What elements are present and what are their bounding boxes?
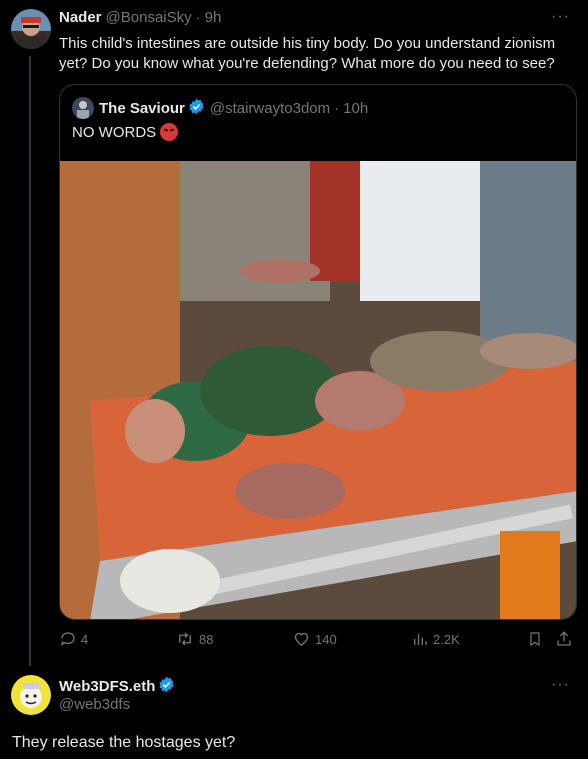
quote-time[interactable]: 10h (343, 100, 368, 117)
views-button[interactable]: 2.2K (411, 630, 460, 648)
web3dfs-avatar[interactable] (11, 675, 51, 715)
quote-handle[interactable]: @stairwayto3dom (210, 100, 330, 117)
quote-author-name[interactable]: The Saviour (99, 100, 185, 117)
reply-icon (60, 632, 75, 646)
share-button[interactable] (555, 630, 577, 648)
like-count: 140 (315, 631, 337, 647)
reply-tweet[interactable]: Web3DFS.eth @web3dfs ··· They release th… (0, 670, 588, 759)
like-button[interactable]: 140 (292, 630, 337, 648)
reply-count: 4 (81, 631, 89, 647)
repost-count: 88 (199, 631, 214, 647)
reply-text: They release the hostages yet? (12, 734, 236, 751)
quote-text-row: NO WORDS (72, 123, 179, 141)
reply-handle[interactable]: @web3dfs (59, 696, 130, 713)
tweet-header: Nader @BonsaiSky · 9h (59, 9, 221, 26)
heart-icon (294, 632, 309, 646)
tweet-time[interactable]: 9h (205, 9, 222, 26)
reply-more-options-icon[interactable]: ··· (551, 676, 570, 694)
author-name[interactable]: Nader (59, 9, 102, 26)
verified-badge-icon (158, 676, 175, 697)
reply-author: Web3DFS.eth (59, 676, 175, 697)
more-options-icon[interactable]: ··· (551, 8, 570, 26)
nader-avatar[interactable] (11, 9, 51, 49)
quoted-tweet[interactable]: The Saviour @stairwayto3dom · 10h NO WOR… (59, 84, 577, 620)
reply-author-name[interactable]: Web3DFS.eth (59, 678, 155, 695)
bookmark-button[interactable] (527, 630, 547, 648)
quote-header: The Saviour @stairwayto3dom · 10h (72, 97, 368, 119)
author-handle[interactable]: @BonsaiSky (106, 9, 192, 26)
separator-dot: · (195, 9, 201, 26)
views-count: 2.2K (433, 631, 460, 647)
quote-photo[interactable] (60, 161, 576, 619)
reply-button[interactable]: 4 (59, 630, 88, 648)
action-bar: 4 88 140 2.2K (59, 630, 579, 652)
share-icon (557, 631, 571, 646)
repost-icon (179, 632, 191, 646)
repost-button[interactable]: 88 (175, 630, 213, 648)
bookmark-icon (530, 632, 540, 647)
views-icon (414, 633, 427, 645)
verified-badge-icon (188, 98, 205, 119)
quote-avatar[interactable] (72, 97, 94, 119)
angry-face-icon (160, 123, 179, 141)
quote-text: NO WORDS (72, 123, 157, 141)
tweet-text: This child's intestines are outside his … (59, 35, 556, 72)
quote-separator: · (334, 99, 340, 117)
thread-line (29, 56, 31, 666)
